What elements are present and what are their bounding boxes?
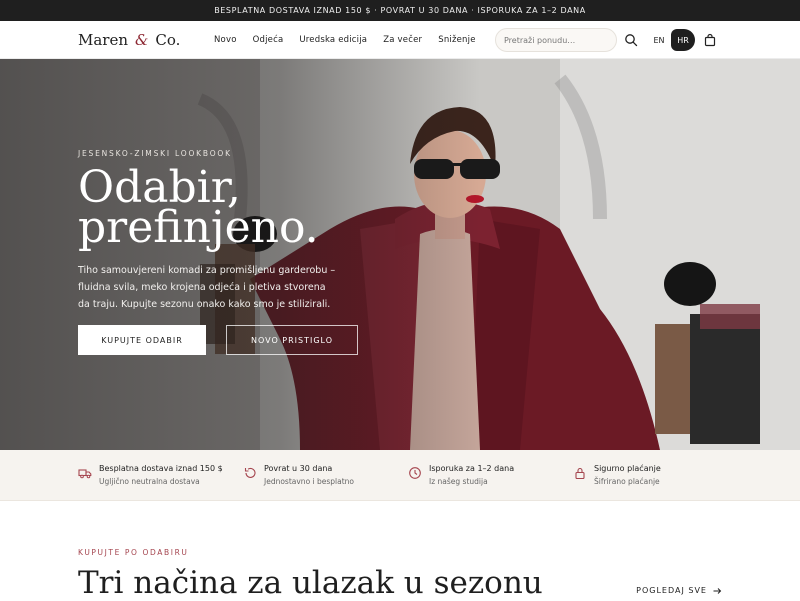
nav-item-za-vecer[interactable]: Za večer bbox=[383, 35, 422, 45]
feature-returns: Povrat u 30 dana Jednostavno i besplatno bbox=[243, 464, 408, 486]
hero-title-line2: prefinjeno. bbox=[78, 202, 319, 253]
announcement-bar: BESPLATNA DOSTAVA IZNAD 150 $ · POVRAT U… bbox=[0, 0, 800, 21]
search-placeholder: Pretraži ponudu… bbox=[504, 35, 576, 45]
clock-icon bbox=[409, 467, 421, 479]
shop-selection-button[interactable]: KUPUJTE ODABIR bbox=[78, 325, 206, 355]
features-strip: Besplatna dostava iznad 150 $ Ugljično n… bbox=[0, 450, 800, 501]
truck-icon bbox=[78, 469, 92, 479]
feature-payment: Sigurno plaćanje Šifrirano plaćanje bbox=[573, 464, 738, 486]
feature-subtitle: Jednostavno i besplatno bbox=[264, 477, 355, 486]
feature-subtitle: Ugljično neutralna dostava bbox=[99, 477, 200, 486]
search-input[interactable]: Pretraži ponudu… bbox=[495, 28, 617, 52]
logo-text-right: Co. bbox=[155, 30, 181, 49]
hero-description: Tiho samouvjereni komadi za promišljenu … bbox=[78, 265, 336, 310]
announcement-text: BESPLATNA DOSTAVA IZNAD 150 $ · POVRAT U… bbox=[214, 6, 586, 15]
hero-title: Odabir, prefinjeno. bbox=[78, 166, 398, 250]
hero-buttons: KUPUJTE ODABIR NOVO PRISTIGLO bbox=[78, 325, 398, 355]
main-nav: Novo Odjeća Uredska edicija Za večer Sni… bbox=[214, 35, 476, 45]
language-switcher: EN HR bbox=[647, 29, 695, 51]
shopping-bag-icon[interactable] bbox=[703, 33, 717, 47]
logo-ampersand: & bbox=[135, 30, 149, 49]
return-icon bbox=[244, 467, 256, 478]
nav-item-novo[interactable]: Novo bbox=[214, 35, 237, 45]
arrow-right-icon bbox=[713, 587, 722, 594]
lock-icon bbox=[575, 467, 585, 480]
search-icon[interactable] bbox=[624, 33, 638, 47]
view-all-label: POGLEDAJ SVE bbox=[636, 586, 707, 595]
nav-item-uredska-edicija[interactable]: Uredska edicija bbox=[299, 35, 367, 45]
feature-title: Besplatna dostava iznad 150 $ bbox=[99, 464, 223, 473]
collections-title: Tri načina za ulazak u sezonu bbox=[78, 565, 543, 601]
hero-content: JESENSKO-ZIMSKI LOOKBOOK Odabir, prefinj… bbox=[78, 149, 398, 355]
logo-text-left: Maren bbox=[78, 30, 129, 49]
lang-en-button[interactable]: EN bbox=[647, 29, 671, 51]
nav-item-snizenje[interactable]: Sniženje bbox=[438, 35, 475, 45]
collections-eyebrow: KUPUJTE PO ODABIRU bbox=[78, 548, 189, 557]
feature-title: Povrat u 30 dana bbox=[264, 464, 333, 473]
nav-item-odjeca[interactable]: Odjeća bbox=[253, 35, 284, 45]
view-all-link[interactable]: POGLEDAJ SVE bbox=[636, 586, 722, 595]
feature-subtitle: Šifrirano plaćanje bbox=[594, 477, 660, 486]
feature-delivery: Isporuka za 1–2 dana Iz našeg studija bbox=[408, 464, 573, 486]
new-arrivals-button[interactable]: NOVO PRISTIGLO bbox=[226, 325, 358, 355]
lang-hr-button[interactable]: HR bbox=[671, 29, 695, 51]
feature-title: Isporuka za 1–2 dana bbox=[429, 464, 515, 473]
feature-title: Sigurno plaćanje bbox=[594, 464, 661, 473]
feature-shipping: Besplatna dostava iznad 150 $ Ugljično n… bbox=[78, 464, 243, 486]
logo[interactable]: Maren & Co. bbox=[78, 31, 204, 49]
feature-subtitle: Iz našeg studija bbox=[429, 477, 488, 486]
collections-section: KUPUJTE PO ODABIRU Tri načina za ulazak … bbox=[78, 548, 722, 601]
hero-banner: JESENSKO-ZIMSKI LOOKBOOK Odabir, prefinj… bbox=[0, 59, 800, 450]
hero-eyebrow: JESENSKO-ZIMSKI LOOKBOOK bbox=[78, 149, 232, 158]
site-header: Maren & Co. Novo Odjeća Uredska edicija … bbox=[0, 21, 800, 59]
